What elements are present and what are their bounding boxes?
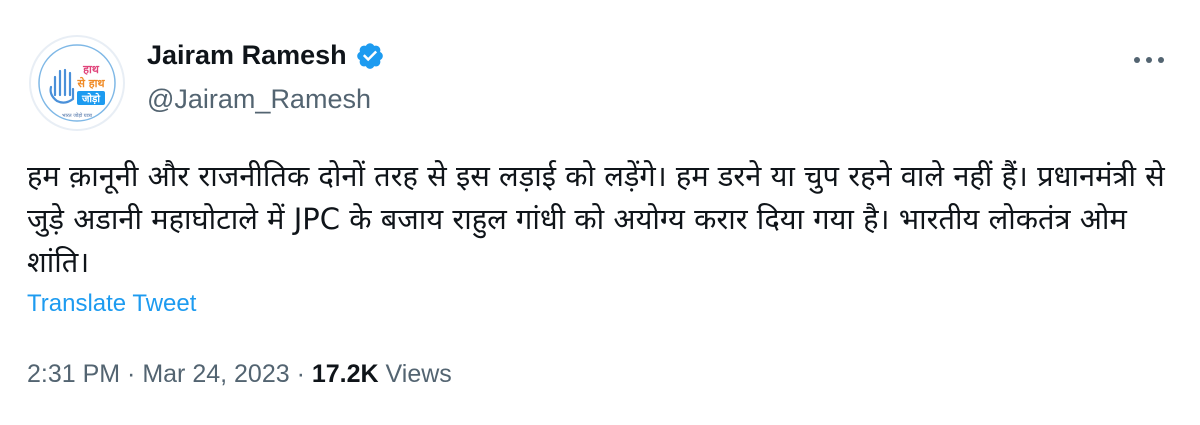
more-options-button[interactable]	[1128, 48, 1170, 72]
author-display-name[interactable]: Jairam Ramesh	[147, 40, 347, 71]
tweet-date[interactable]: Mar 24, 2023	[142, 360, 289, 389]
hath-se-hath-jodo-logo: हाथ से हाथ जोड़ो भारत जोड़ो यात्रा	[33, 39, 121, 127]
avatar[interactable]: हाथ से हाथ जोड़ो भारत जोड़ो यात्रा	[29, 35, 125, 131]
more-horizontal-icon	[1134, 57, 1164, 63]
verified-badge-icon	[355, 41, 385, 71]
views-label: Views	[378, 360, 452, 388]
logo-text-line-1: हाथ	[82, 63, 100, 76]
logo-text-line-3: जोड़ो	[81, 92, 100, 105]
tweet-text: हम क़ानूनी और राजनीतिक दोनों तरह से इस ल…	[27, 159, 1165, 279]
tweet-time[interactable]: 2:31 PM	[27, 360, 120, 389]
meta-separator: ·	[289, 360, 312, 388]
author-handle[interactable]: @Jairam_Ramesh	[147, 84, 371, 115]
author-name-row[interactable]: Jairam Ramesh	[147, 40, 385, 71]
views-count: 17.2K	[311, 360, 379, 388]
translate-tweet-link[interactable]: Translate Tweet	[27, 290, 196, 318]
logo-text-line-2: से हाथ	[77, 76, 106, 90]
tweet-meta: 2:31 PM · Mar 24, 2023 · 17.2K Views	[27, 360, 452, 389]
logo-ring-text: भारत जोड़ो यात्रा	[62, 112, 93, 119]
meta-separator: ·	[120, 360, 143, 388]
